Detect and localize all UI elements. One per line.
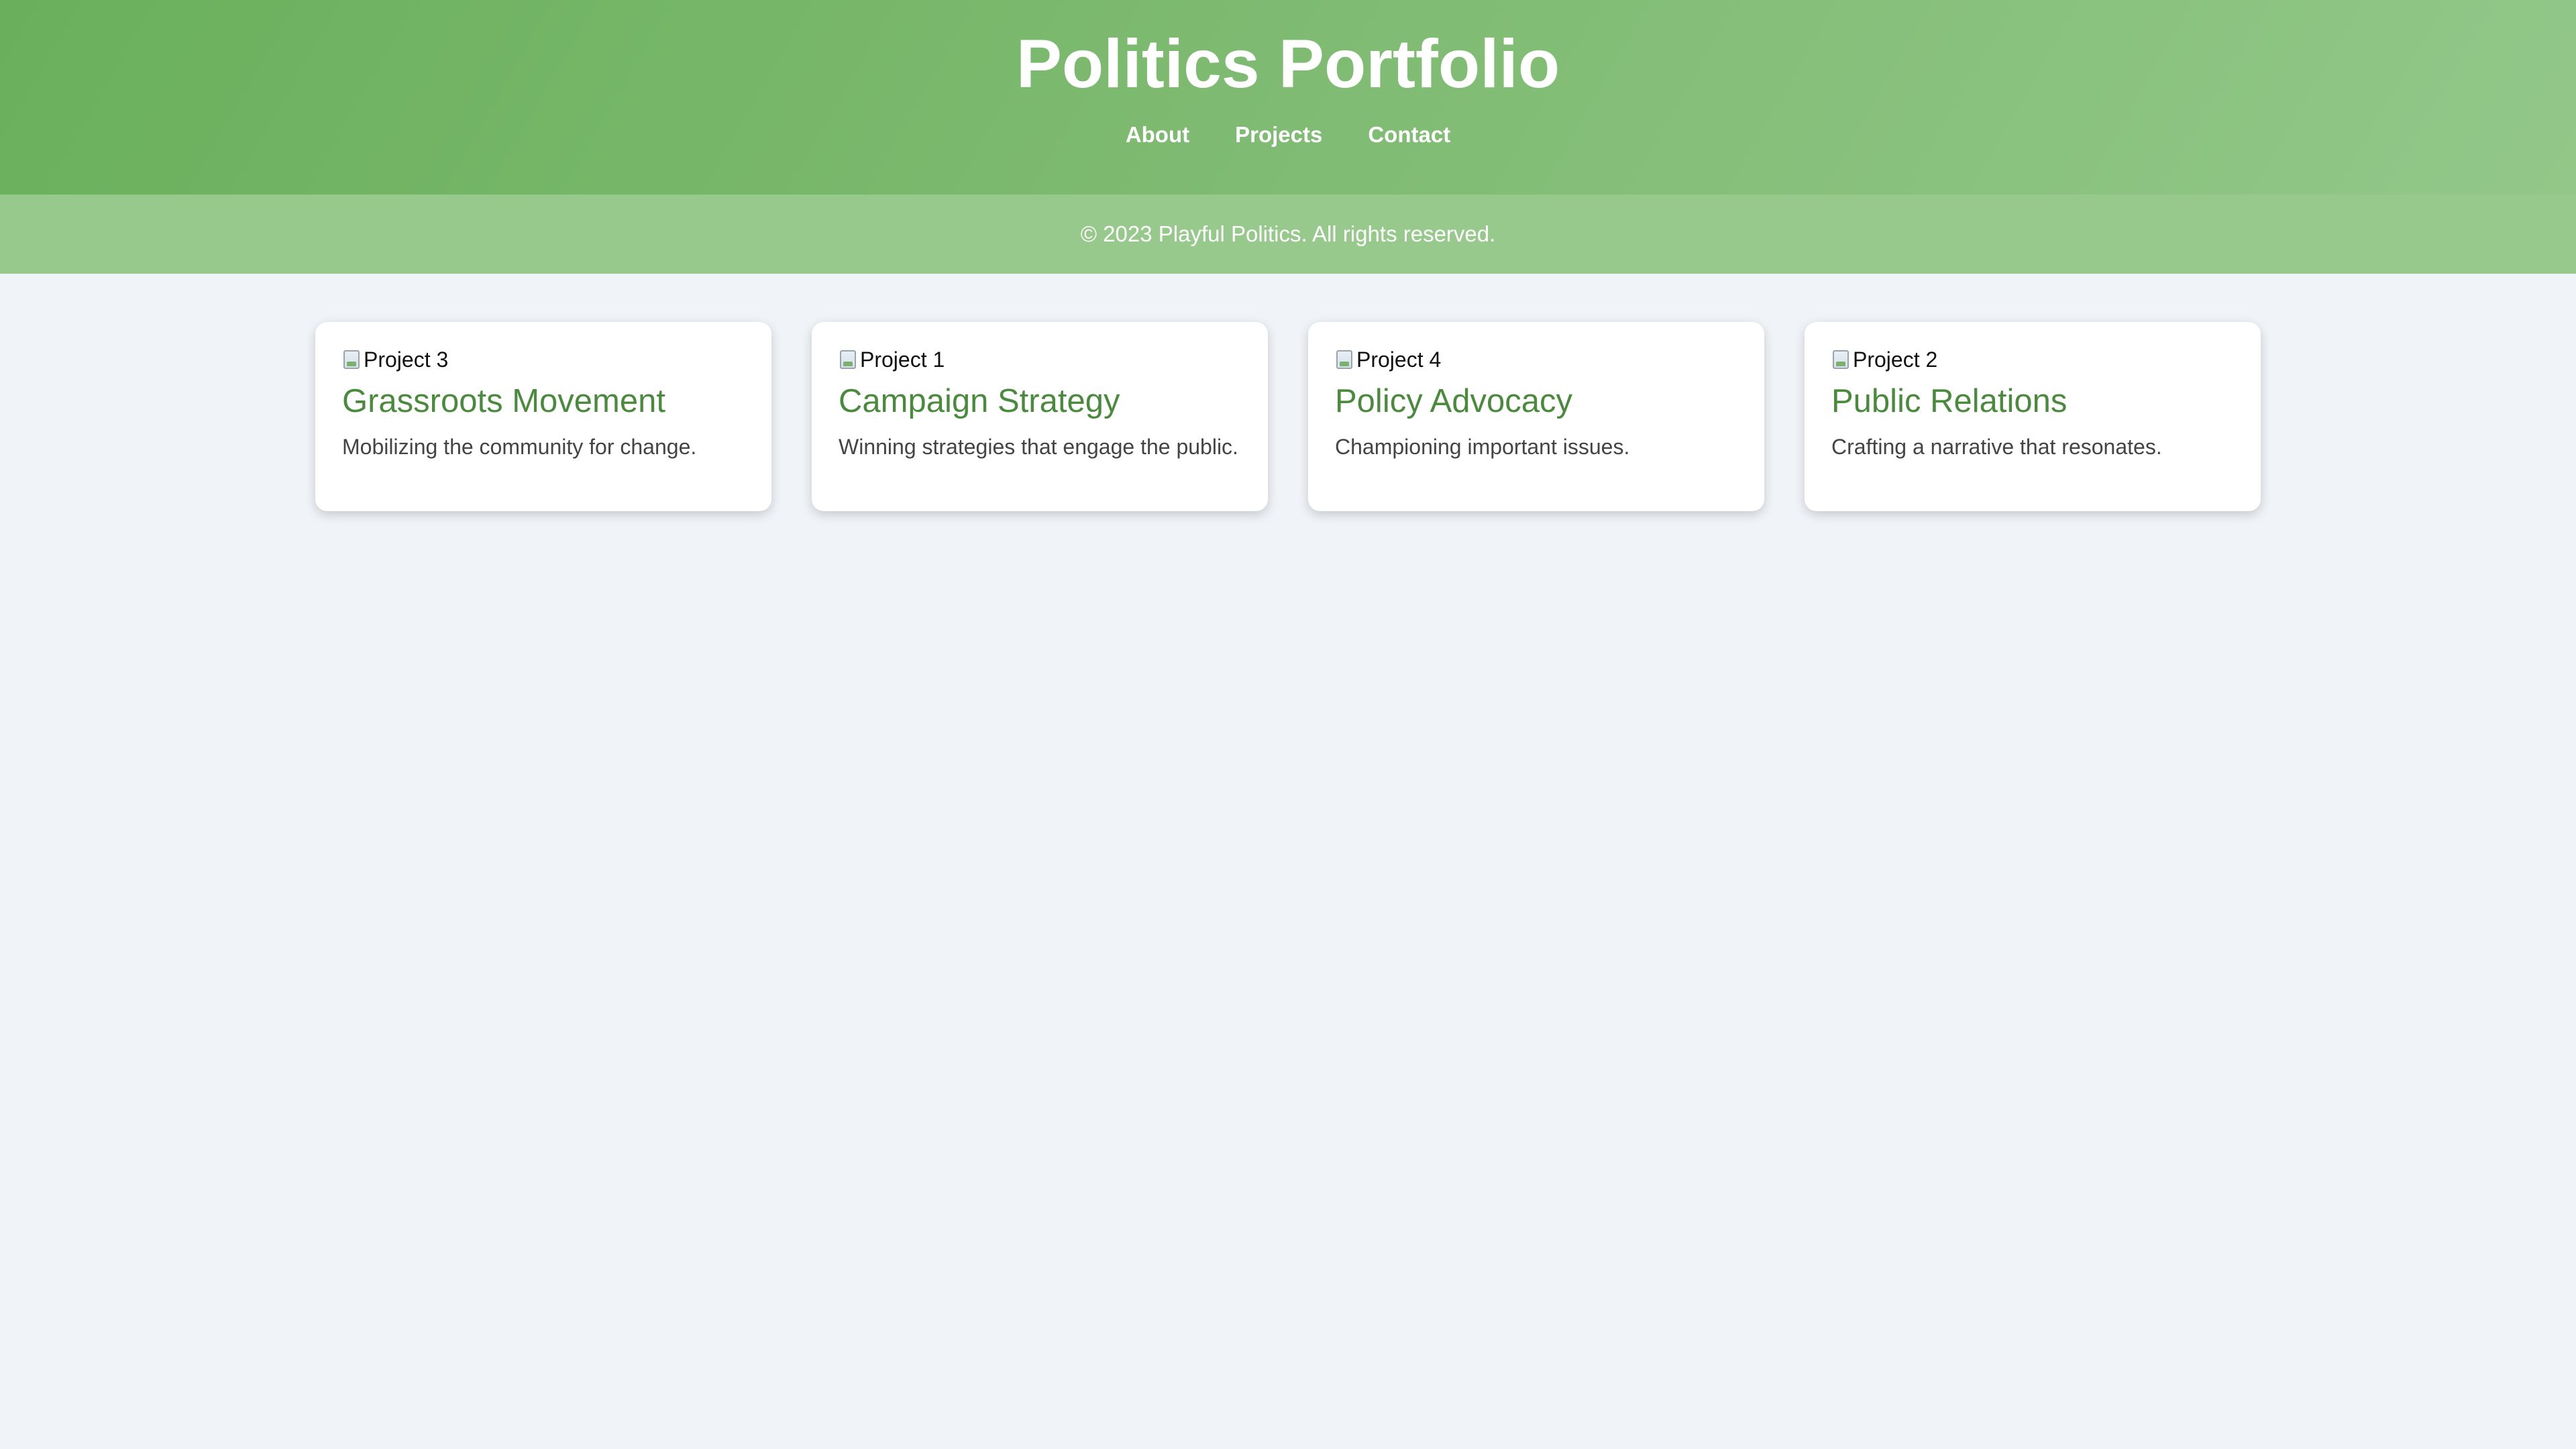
copyright-bar: © 2023 Playful Politics. All rights rese… [0, 195, 2576, 274]
site-title: Politics Portfolio [1016, 25, 1560, 102]
project-card[interactable]: Project 1 Campaign Strategy Winning stra… [812, 322, 1268, 511]
project-grid: Project 3 Grassroots Movement Mobilizing… [0, 322, 2576, 511]
nav-link-contact[interactable]: Contact [1368, 122, 1450, 148]
project-image-alt: Project 4 [1356, 347, 1442, 372]
nav-link-projects[interactable]: Projects [1235, 122, 1322, 148]
project-description: Mobilizing the community for change. [342, 435, 697, 459]
project-title: Grassroots Movement [342, 383, 665, 419]
project-description: Winning strategies that engage the publi… [839, 435, 1238, 459]
broken-image-icon [342, 348, 362, 371]
project-title: Public Relations [1831, 383, 2068, 419]
project-image: Project 3 [342, 346, 745, 373]
site-header: Politics Portfolio About Projects Contac… [0, 0, 2576, 195]
project-description: Championing important issues. [1335, 435, 1630, 459]
project-image-alt: Project 3 [364, 347, 449, 372]
project-card[interactable]: Project 3 Grassroots Movement Mobilizing… [315, 322, 771, 511]
project-card[interactable]: Project 4 Policy Advocacy Championing im… [1308, 322, 1764, 511]
project-image: Project 1 [839, 346, 1241, 373]
broken-image-icon [839, 348, 859, 371]
project-image-alt: Project 2 [1853, 347, 1938, 372]
broken-image-icon [1335, 348, 1355, 371]
nav-link-about[interactable]: About [1126, 122, 1189, 148]
copyright-text: © 2023 Playful Politics. All rights rese… [1080, 221, 1496, 246]
project-image-alt: Project 1 [860, 347, 945, 372]
project-description: Crafting a narrative that resonates. [1831, 435, 2162, 459]
broken-image-icon [1831, 348, 1851, 371]
project-image: Project 2 [1831, 346, 2234, 373]
project-image: Project 4 [1335, 346, 1737, 373]
main-nav: About Projects Contact [0, 122, 2576, 148]
project-title: Policy Advocacy [1335, 383, 1573, 419]
project-title: Campaign Strategy [839, 383, 1120, 419]
project-card[interactable]: Project 2 Public Relations Crafting a na… [1805, 322, 2261, 511]
